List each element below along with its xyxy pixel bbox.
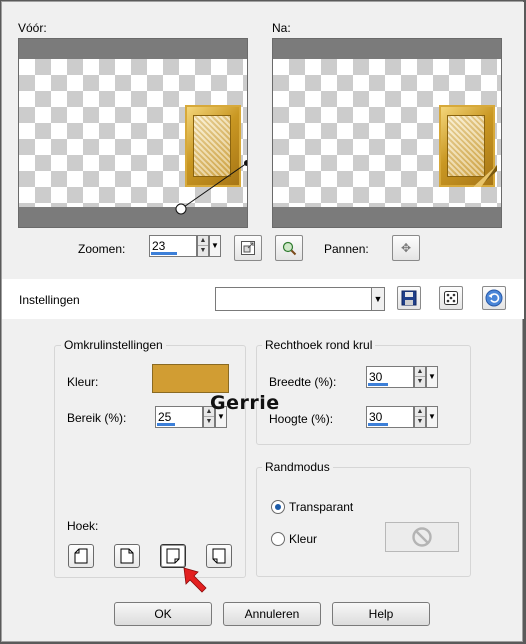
before-preview[interactable] (18, 38, 248, 228)
rect-curl-title: Rechthoek rond krul (262, 338, 376, 352)
range-input[interactable]: 25 (155, 406, 203, 428)
edge-mode-title: Randmodus (262, 460, 333, 474)
color-label: Kleur: (67, 375, 99, 389)
help-button[interactable]: Help (332, 602, 430, 626)
zoom-spinbox[interactable]: 23 ▲ ▼ ▼ (149, 235, 221, 257)
zoom-input[interactable]: 23 (149, 235, 197, 257)
magnifier-icon (282, 241, 297, 256)
before-label: Vóór: (18, 21, 47, 35)
watermark-text: Gerrie (210, 392, 280, 414)
pan-label: Pannen: (324, 242, 369, 256)
curl-handle-line[interactable] (19, 39, 248, 228)
height-input[interactable]: 30 (366, 406, 414, 428)
zoom-label: Zoomen: (78, 242, 126, 256)
ok-button[interactable]: OK (114, 602, 212, 626)
zoom-dropdown-button[interactable]: ▼ (209, 235, 221, 257)
zoom-preview-button[interactable] (275, 235, 303, 261)
page-curl-dialog: Vóór: Na: Zoomen: 23 ▲ ▼ ▼ Pannen: ✥ Ins… (1, 1, 524, 642)
corner-label: Hoek: (67, 519, 99, 533)
height-dropdown-button[interactable]: ▼ (426, 406, 438, 428)
corner-top-left-button[interactable] (68, 544, 94, 568)
transparent-label[interactable]: Transparant (289, 500, 353, 514)
preview-area: Vóór: Na: Zoomen: 23 ▲ ▼ ▼ Pannen: ✥ (2, 2, 524, 279)
height-value: 30 (369, 410, 383, 424)
randomize-button[interactable] (439, 286, 463, 310)
cancel-button[interactable]: Annuleren (223, 602, 321, 626)
range-value: 25 (158, 410, 172, 424)
page-corner-top-left-icon (74, 548, 88, 564)
transparent-radio[interactable] (271, 500, 285, 514)
corner-top-right-button[interactable] (114, 544, 140, 568)
page-corner-bottom-right-icon (166, 548, 180, 564)
preset-combobox[interactable]: ▼ (215, 287, 385, 311)
pan-button[interactable]: ✥ (392, 235, 420, 261)
width-input[interactable]: 30 (366, 366, 414, 388)
width-value: 30 (369, 370, 383, 384)
height-label: Hoogte (%): (269, 412, 334, 426)
undo-arrow-icon (485, 289, 503, 307)
zoom-to-fit-button[interactable] (234, 235, 262, 261)
move-icon: ✥ (400, 241, 412, 255)
height-spin-arrows[interactable]: ▲ ▼ (414, 406, 426, 428)
settings-label: Instellingen (19, 293, 80, 307)
zoom-value: 23 (152, 239, 166, 253)
floppy-disk-icon (401, 290, 417, 306)
color-radio[interactable] (271, 532, 285, 546)
width-label: Breedte (%): (269, 375, 337, 389)
no-color-icon (412, 527, 432, 547)
page-corner-bottom-left-icon (212, 548, 226, 564)
curl-settings-title: Omkrulinstellingen (61, 338, 166, 352)
fit-icon (241, 241, 255, 255)
red-arrow-icon (183, 567, 207, 593)
save-preset-button[interactable] (397, 286, 421, 310)
color-radio-label[interactable]: Kleur (289, 532, 317, 546)
zoom-spin-arrows[interactable]: ▲ ▼ (197, 235, 209, 257)
curl-color-swatch[interactable] (152, 364, 229, 393)
curled-image-thumbnail (439, 105, 497, 187)
edge-color-swatch[interactable] (385, 522, 459, 552)
width-spin-arrows[interactable]: ▲ ▼ (414, 366, 426, 388)
settings-row: Instellingen ▼ (2, 279, 524, 319)
reset-button[interactable] (482, 286, 506, 310)
preset-dropdown-button[interactable]: ▼ (371, 288, 384, 310)
width-dropdown-button[interactable]: ▼ (426, 366, 438, 388)
rect-curl-group (256, 345, 471, 445)
width-spinbox[interactable]: 30 ▲ ▼ ▼ (366, 366, 438, 388)
after-preview (272, 38, 502, 228)
after-label: Na: (272, 21, 291, 35)
dice-icon (444, 291, 458, 305)
page-corner-top-right-icon (120, 548, 134, 564)
height-spinbox[interactable]: 30 ▲ ▼ ▼ (366, 406, 438, 428)
range-label: Bereik (%): (67, 411, 127, 425)
